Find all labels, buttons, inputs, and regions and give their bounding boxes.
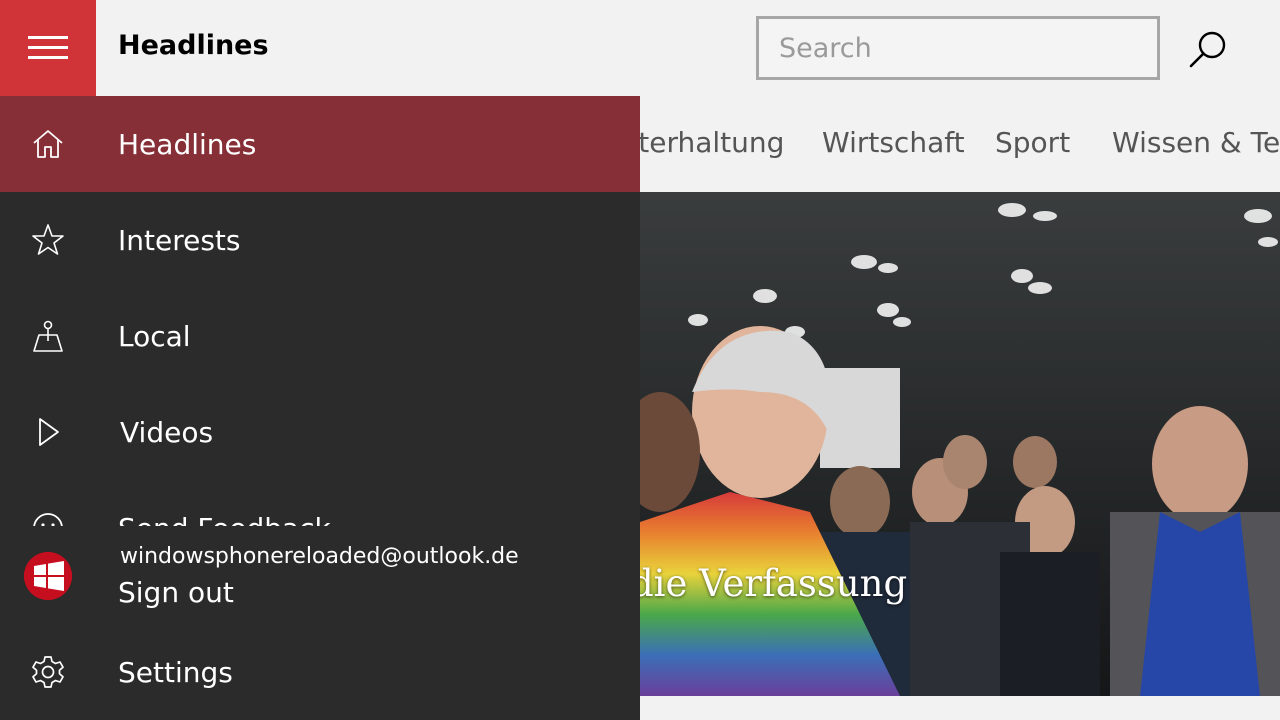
tab-wirtschaft[interactable]: Wirtschaft xyxy=(822,126,965,159)
gear-icon xyxy=(28,654,68,690)
category-tabs: Unterhaltung Wirtschaft Sport Wissen & T… xyxy=(640,96,1280,192)
nav-pane: Headlines Interests Local Videos windows… xyxy=(0,96,640,720)
tab-sport[interactable]: Sport xyxy=(995,126,1070,159)
nav-item-headlines[interactable]: Headlines xyxy=(0,96,640,192)
account-email: windowsphonereloaded@outlook.de xyxy=(120,544,519,569)
hero-photo xyxy=(640,192,1280,696)
tab-unterhaltung[interactable]: Unterhaltung xyxy=(640,126,784,159)
nav-item-label: Local xyxy=(118,320,191,353)
tab-wissen-technik[interactable]: Wissen & Technik xyxy=(1112,126,1280,159)
nav-item-label: Videos xyxy=(120,416,214,449)
nav-item-label: Headlines xyxy=(118,128,257,161)
nav-item-videos[interactable]: Videos xyxy=(0,384,640,480)
nav-item-label: Interests xyxy=(118,224,241,257)
play-icon xyxy=(28,414,68,450)
local-icon xyxy=(28,318,68,354)
hero-article[interactable]: die Verfassung xyxy=(640,192,1280,696)
windows-logo-icon xyxy=(24,552,72,600)
hamburger-menu-button[interactable] xyxy=(0,0,96,96)
hero-headline[interactable]: die Verfassung xyxy=(640,562,907,605)
account-section: windowsphonereloaded@outlook.de Sign out xyxy=(0,526,640,626)
search-button[interactable] xyxy=(1180,22,1236,78)
star-icon xyxy=(28,222,68,258)
sign-out-link[interactable]: Sign out xyxy=(118,576,234,609)
settings-label: Settings xyxy=(118,656,233,689)
page-title: Headlines xyxy=(118,30,269,61)
home-icon xyxy=(28,126,68,162)
title-bar: Headlines xyxy=(0,0,1280,96)
settings-button[interactable]: Settings xyxy=(0,626,640,720)
hamburger-icon xyxy=(28,36,68,60)
avatar xyxy=(24,552,72,600)
search-icon xyxy=(1189,31,1226,68)
search-input[interactable] xyxy=(756,16,1160,80)
nav-item-local[interactable]: Local xyxy=(0,288,640,384)
nav-item-interests[interactable]: Interests xyxy=(0,192,640,288)
